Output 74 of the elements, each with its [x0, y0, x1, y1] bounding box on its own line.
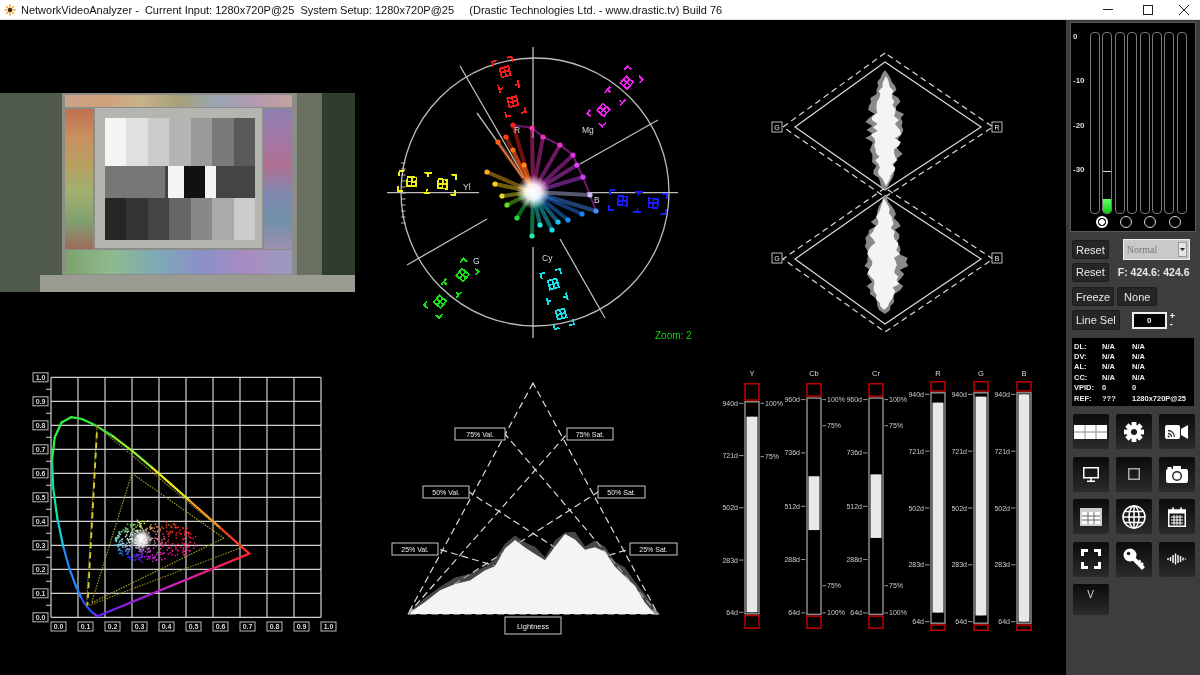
video-camera-icon [1165, 423, 1190, 440]
starburst-icon [4, 3, 16, 16]
target-square-icon [554, 307, 568, 321]
target-square-icon [616, 195, 629, 207]
table-window-icon [1079, 507, 1102, 526]
expand-button[interactable]: V [1072, 584, 1109, 615]
camera-button[interactable] [1159, 456, 1196, 492]
target-square-icon [436, 178, 449, 190]
channel-pair-radio[interactable] [1168, 216, 1181, 228]
target-square-icon [498, 65, 512, 79]
limit-marker [868, 615, 884, 629]
scale-label: -10 [1073, 75, 1086, 88]
source-button[interactable]: None [1117, 287, 1158, 306]
fullscreen-icon [1080, 549, 1101, 569]
decrement-button[interactable]: - [1169, 320, 1176, 328]
line-number-field[interactable]: 0 [1131, 311, 1167, 329]
monitor-button[interactable] [1072, 456, 1109, 492]
key-icon [1123, 548, 1145, 570]
limit-marker [806, 383, 822, 398]
line-select-button[interactable]: Line Sel [1072, 310, 1120, 330]
target-label: B [594, 195, 600, 205]
target-label: Mg [582, 125, 594, 135]
scale-label: -30 [1073, 163, 1086, 176]
limit-marker [973, 381, 989, 392]
target-label: Cy [542, 253, 553, 263]
limit-marker [973, 624, 989, 631]
frequency-readout: F: 424.6: 424.6 [1117, 266, 1190, 278]
globe-button[interactable] [1116, 499, 1152, 534]
scale-label: 0 [1073, 31, 1079, 43]
target-square-icon [595, 102, 611, 118]
key-button[interactable] [1116, 541, 1152, 577]
close-icon [1179, 4, 1189, 15]
waveform-button[interactable] [1159, 541, 1196, 577]
square-button[interactable] [1116, 456, 1152, 492]
target-square-icon [405, 175, 418, 188]
target-label: R [514, 125, 521, 135]
camera-icon [1166, 465, 1189, 483]
target-square-icon [647, 197, 660, 209]
maximize-icon [1143, 4, 1153, 15]
minimize-icon [1103, 9, 1113, 10]
target-square-icon [506, 95, 520, 109]
settings-icon [1124, 421, 1144, 442]
calendar-button[interactable] [1159, 499, 1196, 534]
freeze-button[interactable]: Freeze [1072, 287, 1115, 306]
channel-pair-radio[interactable] [1120, 216, 1133, 228]
limit-marker [930, 624, 946, 631]
video-camera-button[interactable] [1159, 414, 1196, 449]
scale-label: -20 [1073, 119, 1086, 132]
window-title: NetworkVideoAnalyzer - Current Input: 1280x720P@25 System Setup: 1280x720P@25 (Drastic Technologies Ltd. - www.drastic.tv) Build 76 [21, 3, 724, 16]
increment-button[interactable]: + [1169, 312, 1176, 320]
target-label: Yl [463, 182, 471, 192]
target-square-icon [546, 277, 560, 291]
channel-pair-radio[interactable] [1144, 216, 1157, 228]
monitor-icon [1082, 466, 1099, 482]
zoom-label: Zoom: 2 [655, 330, 692, 341]
reset-button[interactable]: Reset [1072, 240, 1109, 259]
waveform-icon [1167, 553, 1188, 565]
limit-marker [1016, 624, 1032, 631]
grid-layout-icon [1074, 424, 1108, 439]
limit-marker [930, 381, 946, 392]
limit-marker [868, 383, 884, 398]
settings-button[interactable] [1116, 414, 1152, 449]
globe-icon [1122, 504, 1146, 529]
grid-layout-button[interactable] [1072, 414, 1109, 449]
calendar-icon [1168, 506, 1187, 527]
reset-button[interactable]: Reset [1072, 262, 1109, 282]
limit-marker [1016, 381, 1032, 392]
limit-marker [806, 615, 822, 629]
limit-marker [744, 614, 760, 629]
limit-marker [744, 383, 760, 401]
fullscreen-button[interactable] [1072, 541, 1109, 577]
square-icon [1128, 468, 1140, 480]
table-window-button[interactable] [1072, 499, 1109, 534]
target-label: G [473, 256, 480, 266]
